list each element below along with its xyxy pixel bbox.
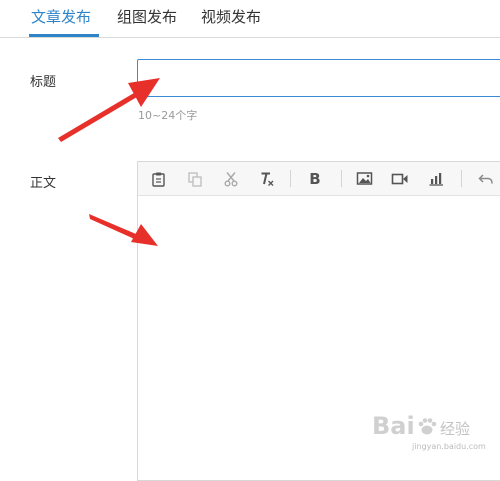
title-label: 标题 [30,75,57,90]
paw-icon [416,416,438,438]
baidu-watermark: Bai 经验 jingyan.baidu.com [372,412,500,452]
publish-tabs: 文章发布 组图发布 视频发布 [0,0,500,38]
video-icon[interactable] [389,162,411,195]
paste-icon[interactable] [148,162,170,195]
image-icon[interactable] [353,162,375,195]
bold-icon[interactable]: B [304,162,326,195]
undo-icon[interactable] [475,162,497,195]
chart-icon[interactable] [425,162,447,195]
tab-article[interactable]: 文章发布 [31,7,91,27]
watermark-domain: jingyan.baidu.com [412,442,486,451]
title-hint: 10~24个字 [138,109,198,122]
tabs-divider [0,37,500,38]
watermark-brand: Bai [372,412,415,440]
toolbar-separator [341,170,342,187]
watermark-suffix: 经验 [440,420,471,438]
body-label: 正文 [30,176,57,191]
toolbar-separator [290,170,291,187]
copy-icon[interactable] [184,162,206,195]
clear-format-icon[interactable] [256,162,278,195]
editor-toolbar: B [138,162,500,196]
title-input[interactable] [137,59,500,97]
tab-video[interactable]: 视频发布 [201,7,261,27]
cut-icon[interactable] [220,162,242,195]
tab-gallery[interactable]: 组图发布 [117,7,177,27]
toolbar-separator [461,170,462,187]
